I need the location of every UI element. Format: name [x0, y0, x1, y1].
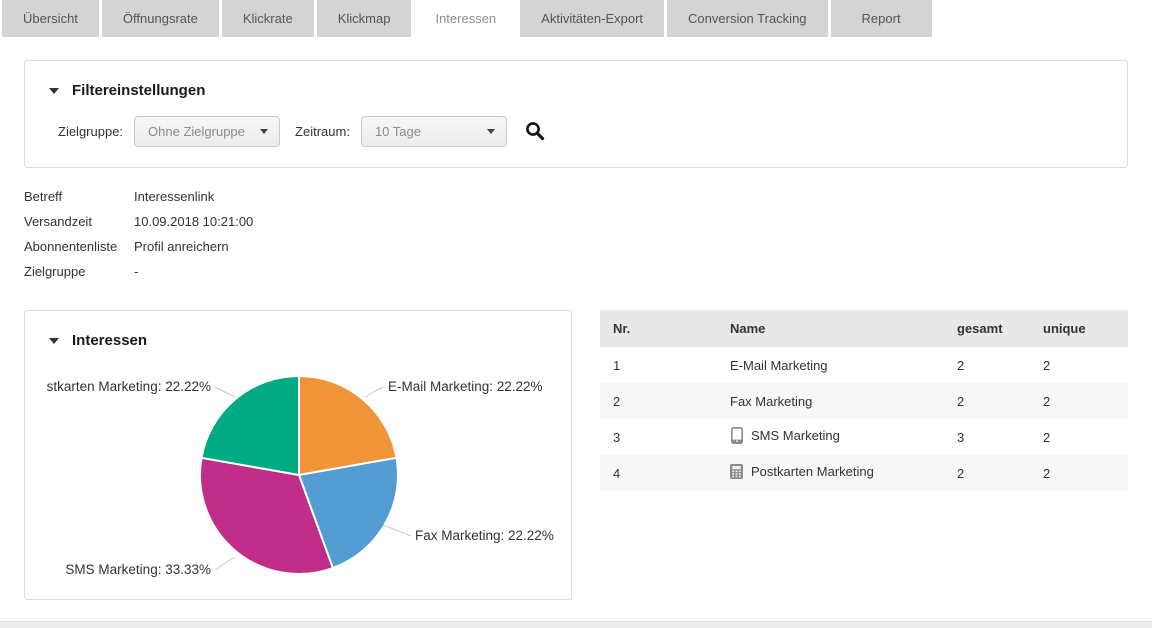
phone-icon	[730, 427, 743, 444]
magnifier-icon	[525, 121, 545, 141]
table-row: 4 Postkarten Marketing 22	[600, 455, 1128, 491]
cell-nr: 4	[600, 455, 717, 491]
detail-label: Betreff	[24, 184, 134, 209]
detail-value: Profil anreichern	[134, 239, 229, 254]
pie-label-email: E-Mail Marketing: 22.22%	[388, 379, 543, 394]
filter-controls: Zielgruppe: Ohne Zielgruppe Zeitraum: 10…	[58, 116, 1127, 147]
filter-panel-head: Filtereinstellungen	[25, 61, 1127, 99]
cell-name: Fax Marketing	[717, 383, 944, 419]
cell-nr: 2	[600, 383, 717, 419]
cell-nr: 3	[600, 419, 717, 455]
interests-table: Nr.Namegesamtunique 1E-Mail Marketing222…	[600, 310, 1128, 491]
collapse-triangle-icon[interactable]	[49, 88, 59, 94]
pie-label-sms: SMS Marketing: 33.33%	[65, 562, 211, 577]
detail-label: Zielgruppe	[24, 259, 134, 284]
interest-name: Postkarten Marketing	[751, 464, 874, 479]
label-connector	[383, 525, 411, 536]
chevron-down-icon	[260, 129, 268, 134]
tab-ffnungsrate[interactable]: Öffnungsrate	[102, 0, 219, 37]
tab-bar: ÜbersichtÖffnungsrateKlickrateKlickmapIn…	[0, 0, 932, 37]
cell-name: SMS Marketing	[717, 419, 944, 455]
cell-nr: 1	[600, 347, 717, 383]
table-header-row: Nr.Namegesamtunique	[600, 310, 1128, 347]
pie-slice-postkarten-marketing[interactable]	[202, 376, 300, 475]
interessen-report-page: ÜbersichtÖffnungsrateKlickrateKlickmapIn…	[0, 0, 1152, 628]
tab-interessen[interactable]: Interessen	[414, 0, 517, 37]
cell-gesamt: 3	[944, 419, 1030, 455]
detail-label: Versandzeit	[24, 209, 134, 234]
pie-label-fax: Fax Marketing: 22.22%	[415, 528, 554, 543]
table-row: 1 E-Mail Marketing 22	[600, 347, 1128, 383]
filter-panel-title: Filtereinstellungen	[72, 82, 205, 99]
tab-klickmap[interactable]: Klickmap	[317, 0, 412, 37]
zeitraum-label: Zeitraum:	[295, 124, 350, 139]
label-connector	[215, 387, 235, 397]
zielgruppe-select-value: Ohne Zielgruppe	[148, 124, 245, 139]
detail-row-betreff: BetreffInteressenlink	[24, 184, 253, 209]
tab-klickrate[interactable]: Klickrate	[222, 0, 314, 37]
cell-unique: 2	[1030, 455, 1128, 491]
interests-panel: Interessen stkarten Marketing: 22.22% E-…	[24, 310, 572, 600]
interest-name: E-Mail Marketing	[730, 358, 828, 373]
detail-value: 10.09.2018 10:21:00	[134, 214, 253, 229]
zielgruppe-label: Zielgruppe:	[58, 124, 123, 139]
column-header-nr: Nr.	[600, 310, 717, 347]
detail-row-zielgruppe: Zielgruppe-	[24, 259, 253, 284]
footer-strip	[0, 621, 1152, 628]
calculator-icon	[730, 464, 743, 479]
chevron-down-icon	[487, 129, 495, 134]
label-connector	[215, 557, 234, 570]
detail-value: Interessenlink	[134, 189, 214, 204]
tab-conversion-tracking[interactable]: Conversion Tracking	[667, 0, 828, 37]
tab-report[interactable]: Report	[831, 0, 932, 37]
cell-name: Postkarten Marketing	[717, 455, 944, 491]
table-row: 2Fax Marketing22	[600, 383, 1128, 419]
zielgruppe-select[interactable]: Ohne Zielgruppe	[134, 116, 280, 147]
interest-name: SMS Marketing	[751, 428, 840, 443]
table-row: 3SMS Marketing32	[600, 419, 1128, 455]
detail-value: -	[134, 264, 138, 279]
filter-panel: Filtereinstellungen Zielgruppe: Ohne Zie…	[24, 60, 1128, 168]
cell-unique: 2	[1030, 419, 1128, 455]
mailing-details: BetreffInteressenlinkVersandzeit10.09.20…	[24, 184, 253, 284]
cell-name: E-Mail Marketing	[717, 347, 944, 383]
cell-unique: 2	[1030, 383, 1128, 419]
pie-label-postkarten: stkarten Marketing: 22.22%	[47, 379, 211, 394]
cell-unique: 2	[1030, 347, 1128, 383]
cell-gesamt: 2	[944, 383, 1030, 419]
cell-gesamt: 2	[944, 455, 1030, 491]
column-header-unique: unique	[1030, 310, 1128, 347]
interest-name: Fax Marketing	[730, 394, 812, 409]
label-connector	[365, 387, 383, 397]
cell-gesamt: 2	[944, 347, 1030, 383]
column-header-name: Name	[717, 310, 944, 347]
tab-bersicht[interactable]: Übersicht	[2, 0, 99, 37]
search-button[interactable]	[525, 121, 545, 143]
zeitraum-select[interactable]: 10 Tage	[361, 116, 507, 147]
detail-row-versandzeit: Versandzeit10.09.2018 10:21:00	[24, 209, 253, 234]
detail-label: Abonnentenliste	[24, 234, 134, 259]
interests-pie-chart: stkarten Marketing: 22.22% E-Mail Market…	[25, 311, 571, 599]
column-header-gesamt: gesamt	[944, 310, 1030, 347]
tab-aktivit-ten-export[interactable]: Aktivitäten-Export	[520, 0, 664, 37]
detail-row-abonnentenliste: AbonnentenlisteProfil anreichern	[24, 234, 253, 259]
zeitraum-select-value: 10 Tage	[375, 124, 421, 139]
